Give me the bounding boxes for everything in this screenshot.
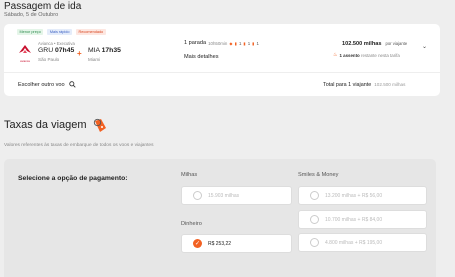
divider bbox=[4, 72, 440, 73]
tag-lowest-price: Menor preço bbox=[17, 29, 44, 35]
flight-date: Sábado, 5 de Outubro bbox=[4, 12, 59, 18]
more-details-link[interactable]: Mais detalhes bbox=[184, 54, 219, 60]
price: 102.500 milhas bbox=[342, 41, 382, 47]
page-title: Passagem de ida bbox=[4, 1, 82, 12]
extra-bag-count: 1 bbox=[256, 40, 259, 46]
smiles-radio-3[interactable] bbox=[310, 238, 319, 247]
origin-time: 07h45 bbox=[55, 47, 75, 54]
tag-fastest: Mais rápido bbox=[47, 29, 72, 35]
payment-card: Selecione a opção de pagamento: Milhas 1… bbox=[4, 159, 436, 277]
tag-recommended: Recomendado bbox=[75, 29, 106, 35]
taxes-description: Valores referentes às taxas de embarque … bbox=[4, 143, 154, 148]
taxes-title: Taxas da viagem bbox=[4, 119, 87, 131]
airline-logo-text: avianca bbox=[20, 59, 30, 63]
choose-other-flight-button[interactable]: Escolher outro voo bbox=[18, 81, 76, 88]
smiles-option-1[interactable]: 13.200 milhas + R$ 56,00 bbox=[298, 186, 427, 205]
extra-bag-icon: ▮ bbox=[252, 40, 255, 46]
seats-count: 1 assento bbox=[339, 52, 360, 58]
miles-option[interactable]: 15.903 milhas bbox=[181, 186, 292, 205]
origin: GRU 07h45 bbox=[38, 47, 74, 54]
smiles-option-1-label: 13.200 milhas + R$ 56,00 bbox=[325, 192, 383, 199]
total-miles: 102.500 milhas bbox=[374, 82, 406, 87]
per-traveler: por viajante bbox=[385, 41, 408, 46]
flight-card[interactable]: Menor preço Mais rápido Recomendado avia… bbox=[4, 24, 440, 96]
avianca-logo-icon bbox=[19, 45, 31, 53]
smiles-option-3-label: 4.800 milhas + R$ 195,00 bbox=[325, 239, 383, 246]
smiles-money-title: Smiles & Money bbox=[298, 172, 339, 178]
money-title: Dinheiro bbox=[181, 221, 202, 227]
chevron-down-icon[interactable]: ⌄ bbox=[422, 43, 427, 50]
seats-note: restante nesta tarifa bbox=[360, 52, 400, 58]
duration: 10h50min bbox=[208, 40, 228, 46]
miles-title: Milhas bbox=[181, 172, 198, 178]
tax-tag-icon bbox=[93, 118, 106, 132]
money-option[interactable]: ✓ R$ 253,22 bbox=[181, 234, 292, 253]
flight-tags: Menor preço Mais rápido Recomendado bbox=[17, 29, 106, 35]
miles-option-label: 15.903 milhas bbox=[208, 192, 240, 199]
airline-class: Avianca • Executiva bbox=[38, 41, 75, 46]
checked-bag-icon: ▮ bbox=[243, 40, 246, 46]
smiles-radio-2[interactable] bbox=[310, 215, 319, 224]
price-row: 102.500 milhas por viajante bbox=[342, 41, 407, 47]
personal-item-icon: ◆ bbox=[229, 40, 233, 46]
seats-remaining: 1 assento restante nesta tarifa bbox=[339, 53, 399, 58]
payment-label: Selecione a opção de pagamento: bbox=[18, 175, 128, 182]
stops: 1 parada bbox=[184, 40, 207, 46]
stops-row: 1 parada 10h50min ◆ ▮ 1 ▮ 1 ▮ 1 bbox=[184, 40, 259, 46]
origin-city: São Paulo bbox=[38, 57, 60, 62]
money-option-label: R$ 253,22 bbox=[208, 240, 232, 247]
miles-radio[interactable] bbox=[193, 191, 202, 200]
fire-icon: ♨ bbox=[333, 52, 338, 58]
total-row: Total para 1 viajante 102.500 milhas bbox=[323, 82, 405, 88]
dest-city: Miami bbox=[88, 57, 101, 62]
origin-code: GRU bbox=[38, 47, 54, 54]
dest-code: MIA bbox=[88, 47, 100, 54]
connection-plus-icon: + bbox=[77, 49, 82, 58]
total-label: Total para 1 viajante bbox=[323, 82, 372, 88]
choose-other-flight-label: Escolher outro voo bbox=[18, 81, 65, 88]
smiles-option-2-label: 10.700 milhas + R$ 84,00 bbox=[325, 216, 383, 223]
smiles-radio-1[interactable] bbox=[310, 191, 319, 200]
dest-time: 17h35 bbox=[101, 47, 121, 54]
carry-on-count: 1 bbox=[238, 40, 242, 46]
search-icon bbox=[68, 81, 76, 88]
money-radio-checked-icon[interactable]: ✓ bbox=[193, 239, 202, 248]
checked-bag-count: 1 bbox=[247, 40, 251, 46]
smiles-option-3[interactable]: 4.800 milhas + R$ 195,00 bbox=[298, 233, 427, 252]
smiles-option-2[interactable]: 10.700 milhas + R$ 84,00 bbox=[298, 210, 427, 229]
destination: MIA 17h35 bbox=[88, 47, 121, 54]
carry-on-icon: ▮ bbox=[234, 40, 237, 46]
seats-row: ♨ 1 assento restante nesta tarifa bbox=[333, 52, 400, 58]
